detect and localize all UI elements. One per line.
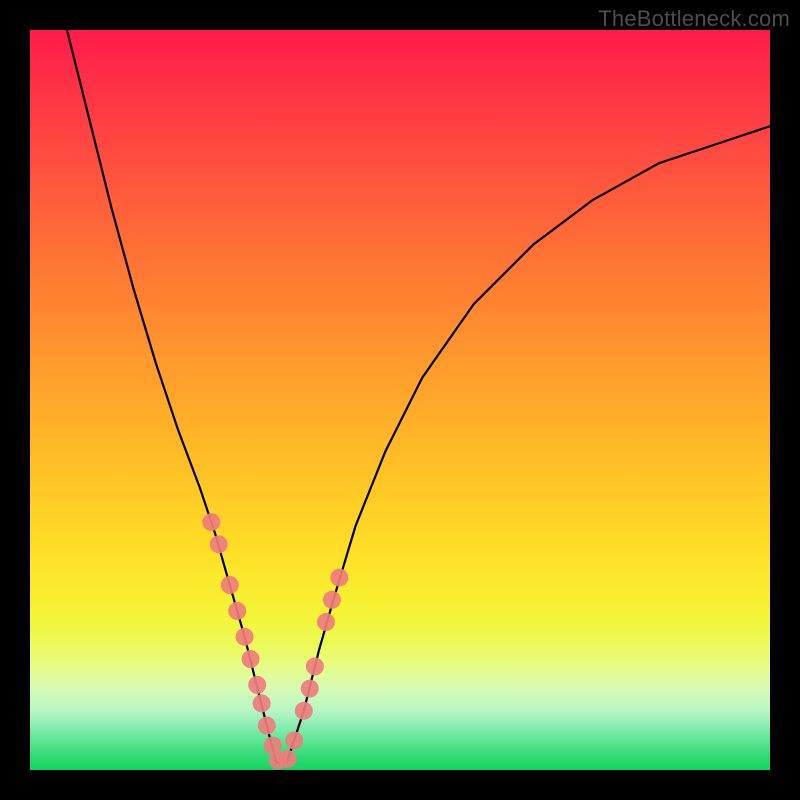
- sample-marker: [295, 702, 313, 720]
- sample-marker: [253, 694, 271, 712]
- sample-marker: [279, 750, 297, 768]
- sample-marker: [301, 680, 319, 698]
- sample-marker: [258, 717, 276, 735]
- watermark-text: TheBottleneck.com: [598, 6, 790, 32]
- chart-frame: TheBottleneck.com: [0, 0, 800, 800]
- sample-marker: [285, 731, 303, 749]
- curve-svg: [30, 30, 770, 770]
- sample-marker: [248, 676, 266, 694]
- sample-marker: [242, 650, 260, 668]
- sample-marker: [323, 591, 341, 609]
- sample-marker: [330, 569, 348, 587]
- plot-area: [30, 30, 770, 770]
- marker-group: [202, 513, 348, 769]
- sample-marker: [306, 657, 324, 675]
- sample-marker: [202, 513, 220, 531]
- sample-marker: [210, 535, 228, 553]
- sample-marker: [236, 628, 254, 646]
- sample-marker: [221, 576, 239, 594]
- bottleneck-curve: [67, 30, 770, 763]
- sample-marker: [317, 613, 335, 631]
- sample-marker: [228, 602, 246, 620]
